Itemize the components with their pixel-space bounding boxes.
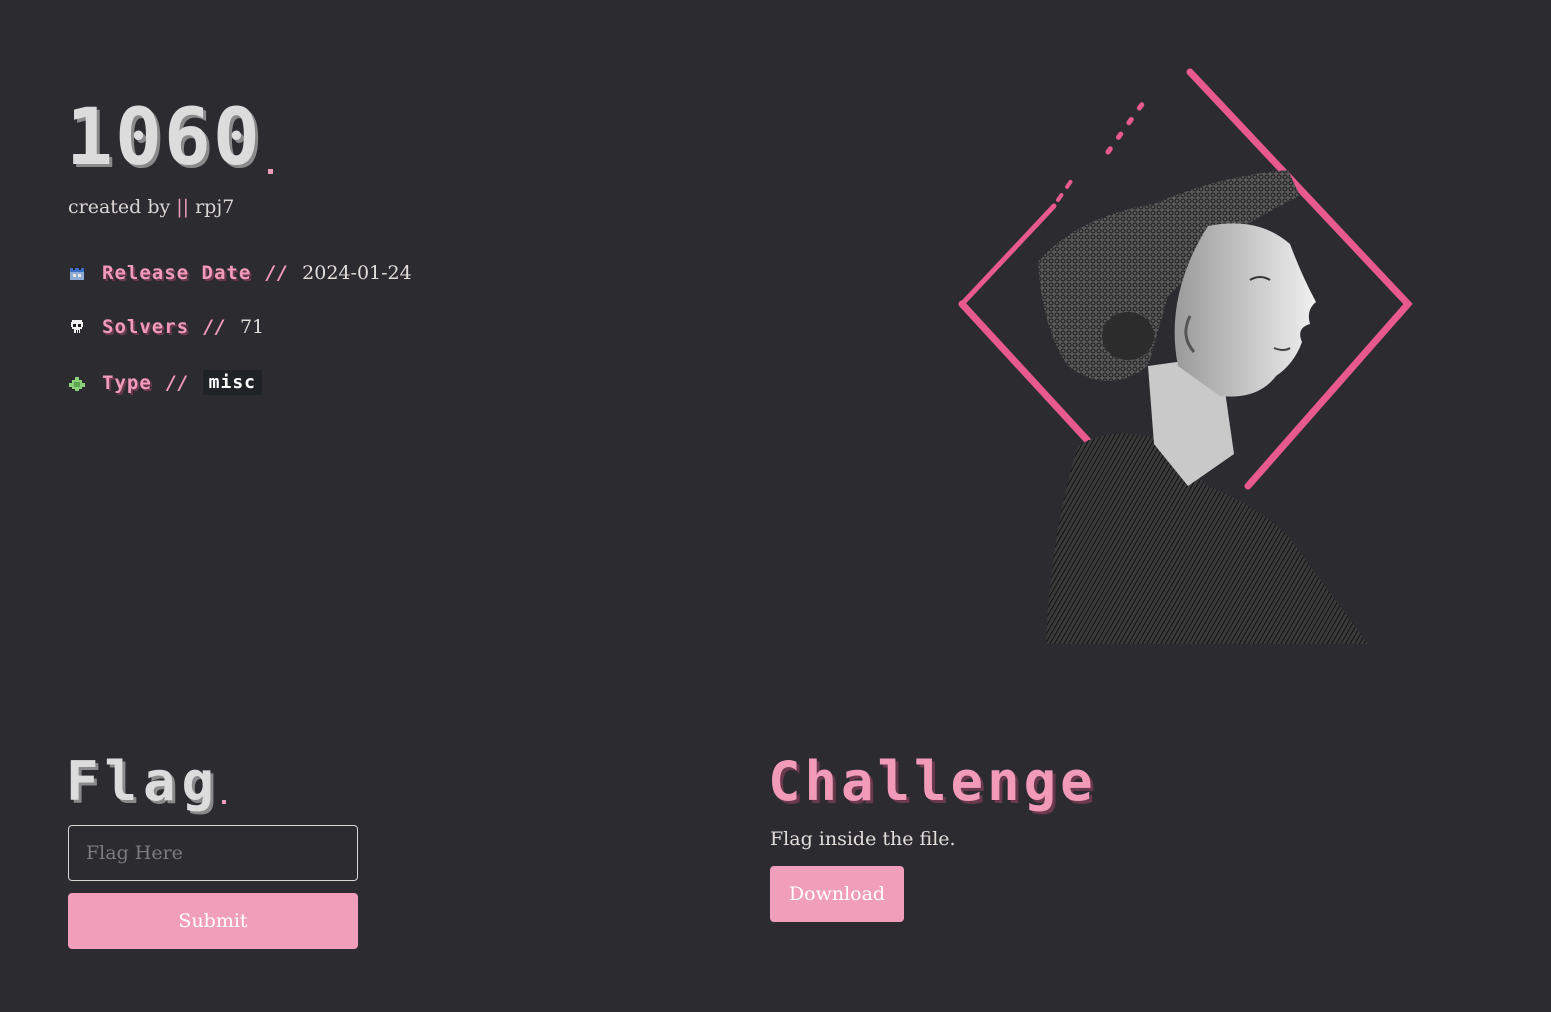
- solvers-label: Solvers: [102, 316, 190, 338]
- challenge-description: Flag inside the file.: [770, 828, 956, 850]
- flag-heading: Flag: [66, 750, 221, 813]
- type-label: Type: [102, 371, 152, 394]
- meta-type: Type // misc: [68, 370, 263, 395]
- submit-button[interactable]: Submit: [68, 893, 358, 949]
- solvers-count: 71: [239, 316, 265, 338]
- type-slash: //: [165, 371, 189, 394]
- author-line: created by || rpj7: [68, 196, 234, 218]
- portrait-illustration: [958, 68, 1413, 644]
- challenge-title-block: 1060: [66, 98, 273, 178]
- author-name: rpj7: [195, 196, 235, 218]
- download-button[interactable]: Download: [770, 866, 904, 922]
- calendar-icon: [68, 264, 86, 282]
- created-by-label: created by: [68, 196, 171, 218]
- meta-solvers: Solvers // 71: [68, 316, 264, 338]
- challenge-title: 1060: [66, 93, 262, 183]
- flag-heading-block: Flag: [66, 750, 227, 813]
- flag-input[interactable]: [68, 825, 358, 881]
- challenge-heading: Challenge: [768, 750, 1097, 813]
- type-badge: misc: [202, 370, 263, 395]
- release-date-slash: //: [265, 262, 289, 284]
- skull-icon: [68, 318, 86, 336]
- title-accent-dot: [267, 169, 273, 174]
- flag-accent-dot: [222, 800, 227, 804]
- release-date-value: 2024-01-24: [302, 262, 412, 284]
- solvers-slash: //: [203, 316, 226, 338]
- release-date-label: Release Date: [102, 262, 252, 284]
- puzzle-icon: [68, 374, 86, 392]
- portrait-face: [1174, 223, 1316, 397]
- challenge-illustration: [958, 66, 1414, 646]
- author-separator: ||: [176, 196, 190, 218]
- meta-release-date: Release Date // 2024-01-24: [68, 262, 412, 284]
